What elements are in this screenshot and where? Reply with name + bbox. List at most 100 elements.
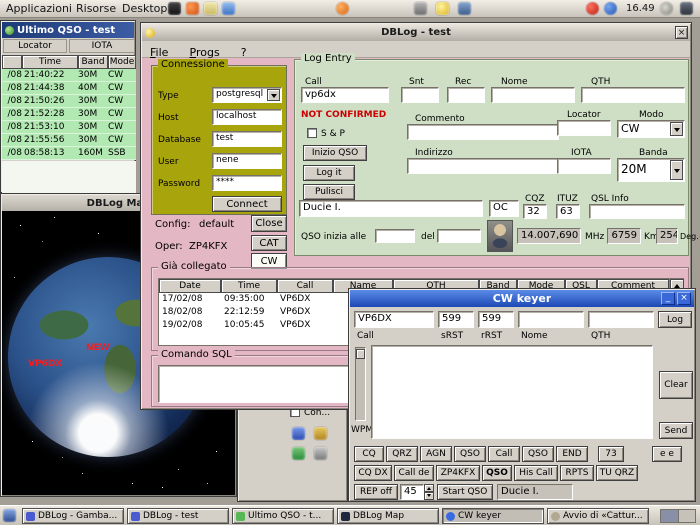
call-field[interactable]: vp6dx [301,87,389,103]
task-dblog-map[interactable]: DBLog Map [337,508,439,524]
qso-start-time-field[interactable] [375,229,415,243]
qth-field[interactable] [581,87,685,103]
workspace-cell[interactable] [679,510,696,522]
spin-down-icon[interactable] [424,492,434,500]
menu-desktop[interactable]: Desktop [122,2,167,15]
commento-field[interactable] [407,124,559,140]
close-button[interactable]: Close [251,215,287,232]
app-launcher-icon[interactable] [336,2,349,15]
host-field[interactable]: localhost [212,109,282,125]
locator-field[interactable] [557,120,611,136]
workspace-pager[interactable] [660,509,696,523]
cw-keyer-titlebar[interactable]: CW keyer _ × [350,290,694,307]
indirizzo-field[interactable] [407,158,559,174]
database-field[interactable]: test [212,131,282,147]
modo-combobox[interactable]: CW [617,120,685,138]
qsl-info-field[interactable] [589,204,685,219]
continent-field[interactable]: OC [489,200,519,217]
keyer-macro-button[interactable]: 73 [598,446,624,462]
password-field[interactable]: **** [212,175,282,191]
qso-row[interactable]: /0821:52:2830MCW [2,108,136,121]
keyer-macro-button[interactable]: CQ DX [354,465,392,481]
keyer-macro-button[interactable]: RPTS [560,465,594,481]
keyer-message-textarea[interactable] [371,345,653,439]
volume-icon[interactable] [660,2,673,15]
qso-row[interactable]: /0808:58:13160MSSB [2,147,136,160]
chevron-down-icon[interactable] [267,89,280,101]
user-field[interactable]: nene [212,153,282,169]
qso-row[interactable]: /0821:53:1030MCW [2,121,136,134]
rec-field[interactable] [447,87,485,103]
task-cw-keyer[interactable]: CW keyer [442,508,544,524]
keyer-nome-field[interactable] [518,311,584,328]
keyer-macro-button[interactable]: QSO [482,465,512,481]
keyer-macro-button[interactable]: Call de [394,465,434,481]
ituz-field[interactable]: 63 [556,204,580,219]
qso-row[interactable]: /0821:44:3840MCW [2,82,136,95]
qso-start-date-field[interactable] [437,229,481,243]
keyer-clear-button[interactable]: Clear [659,371,693,399]
nome-field[interactable] [491,87,575,103]
document-launcher-icon[interactable] [222,2,235,15]
menu-applicazioni[interactable]: Applicazioni [6,2,72,15]
menu-progs[interactable]: Progs [182,44,228,59]
pulisci-button[interactable]: Pulisci [303,184,355,200]
task-avvio-cattura[interactable]: Avvio di «Cattur... [547,508,649,524]
keyer-macro-button[interactable]: ZP4KFX [436,465,480,481]
type-combobox[interactable]: postgresql [212,87,282,103]
workspace-cell-active[interactable] [661,510,679,522]
monitor-status-icon[interactable] [680,2,693,15]
task-dblog-test[interactable]: DBLog - test [127,508,229,524]
qso-row[interactable]: /0821:55:5630MCW [2,134,136,147]
keyer-macro-button[interactable]: QRZ [386,446,418,462]
keyer-send-button[interactable]: Send [659,422,693,439]
close-icon[interactable]: × [677,292,691,305]
column-header[interactable]: Call [277,279,333,293]
wpm-spinbox[interactable]: 45 [400,484,424,500]
snt-field[interactable] [401,87,439,103]
inizio-qso-button[interactable]: Inizio QSO [303,145,367,161]
dblog-titlebar[interactable]: DBLog - test × [142,24,690,41]
keyer-macro-button[interactable]: QSO [454,446,486,462]
qso-row[interactable]: /0821:50:2630MCW [2,95,136,108]
terminal-launcher-icon[interactable] [168,2,181,15]
menu-file[interactable]: File [142,44,176,59]
keyer-macro-button[interactable]: e e [652,446,682,462]
update-notifier-icon[interactable] [586,2,599,15]
task-dblog-gamba[interactable]: DBLog - Gamba... [22,508,124,524]
keyer-macro-button[interactable]: TU QRZ [596,465,638,481]
show-desktop-icon[interactable] [3,509,16,522]
ultimo-qso-titlebar[interactable]: Ultimo QSO - test [2,22,134,38]
globe-status-icon[interactable] [604,2,617,15]
menu-risorse[interactable]: Risorse [76,2,116,15]
bg-tool-icon-3[interactable] [292,447,305,460]
cqz-field[interactable]: 32 [523,204,547,219]
keyer-log-button[interactable]: Log [658,311,692,328]
wpm-slider[interactable] [355,347,366,421]
keyer-macro-button[interactable]: CQ [354,446,384,462]
display-launcher-icon[interactable] [414,2,427,15]
keyer-macro-button[interactable]: Call [488,446,520,462]
mail-launcher-icon[interactable] [204,2,217,15]
bg-tool-icon-4[interactable] [314,447,327,460]
column-header-time[interactable]: Time [22,55,78,69]
minimize-icon[interactable]: _ [661,292,675,305]
keyer-call-field[interactable]: VP6DX [354,311,434,328]
column-header[interactable]: Date [159,279,221,293]
menu-help[interactable]: ? [233,44,255,59]
banda-combobox[interactable]: 20M [617,158,685,182]
column-header[interactable]: Time [221,279,277,293]
chevron-down-icon[interactable] [670,160,683,180]
close-icon[interactable]: × [675,26,688,39]
cat-button[interactable]: CAT [251,235,287,251]
column-header-date[interactable] [2,55,22,69]
bg-tool-icon-1[interactable] [292,427,305,440]
qso-row[interactable]: /0821:40:2230MCW [2,69,136,82]
chevron-down-icon[interactable] [670,122,683,136]
log-it-button[interactable]: Log it [303,165,355,181]
country-field[interactable]: Ducie I. [299,200,483,217]
notes-launcher-icon[interactable] [436,2,449,15]
keyer-qth-field[interactable] [588,311,654,328]
clock[interactable]: 16.49 [626,3,655,14]
keyer-macro-button[interactable]: END [556,446,588,462]
